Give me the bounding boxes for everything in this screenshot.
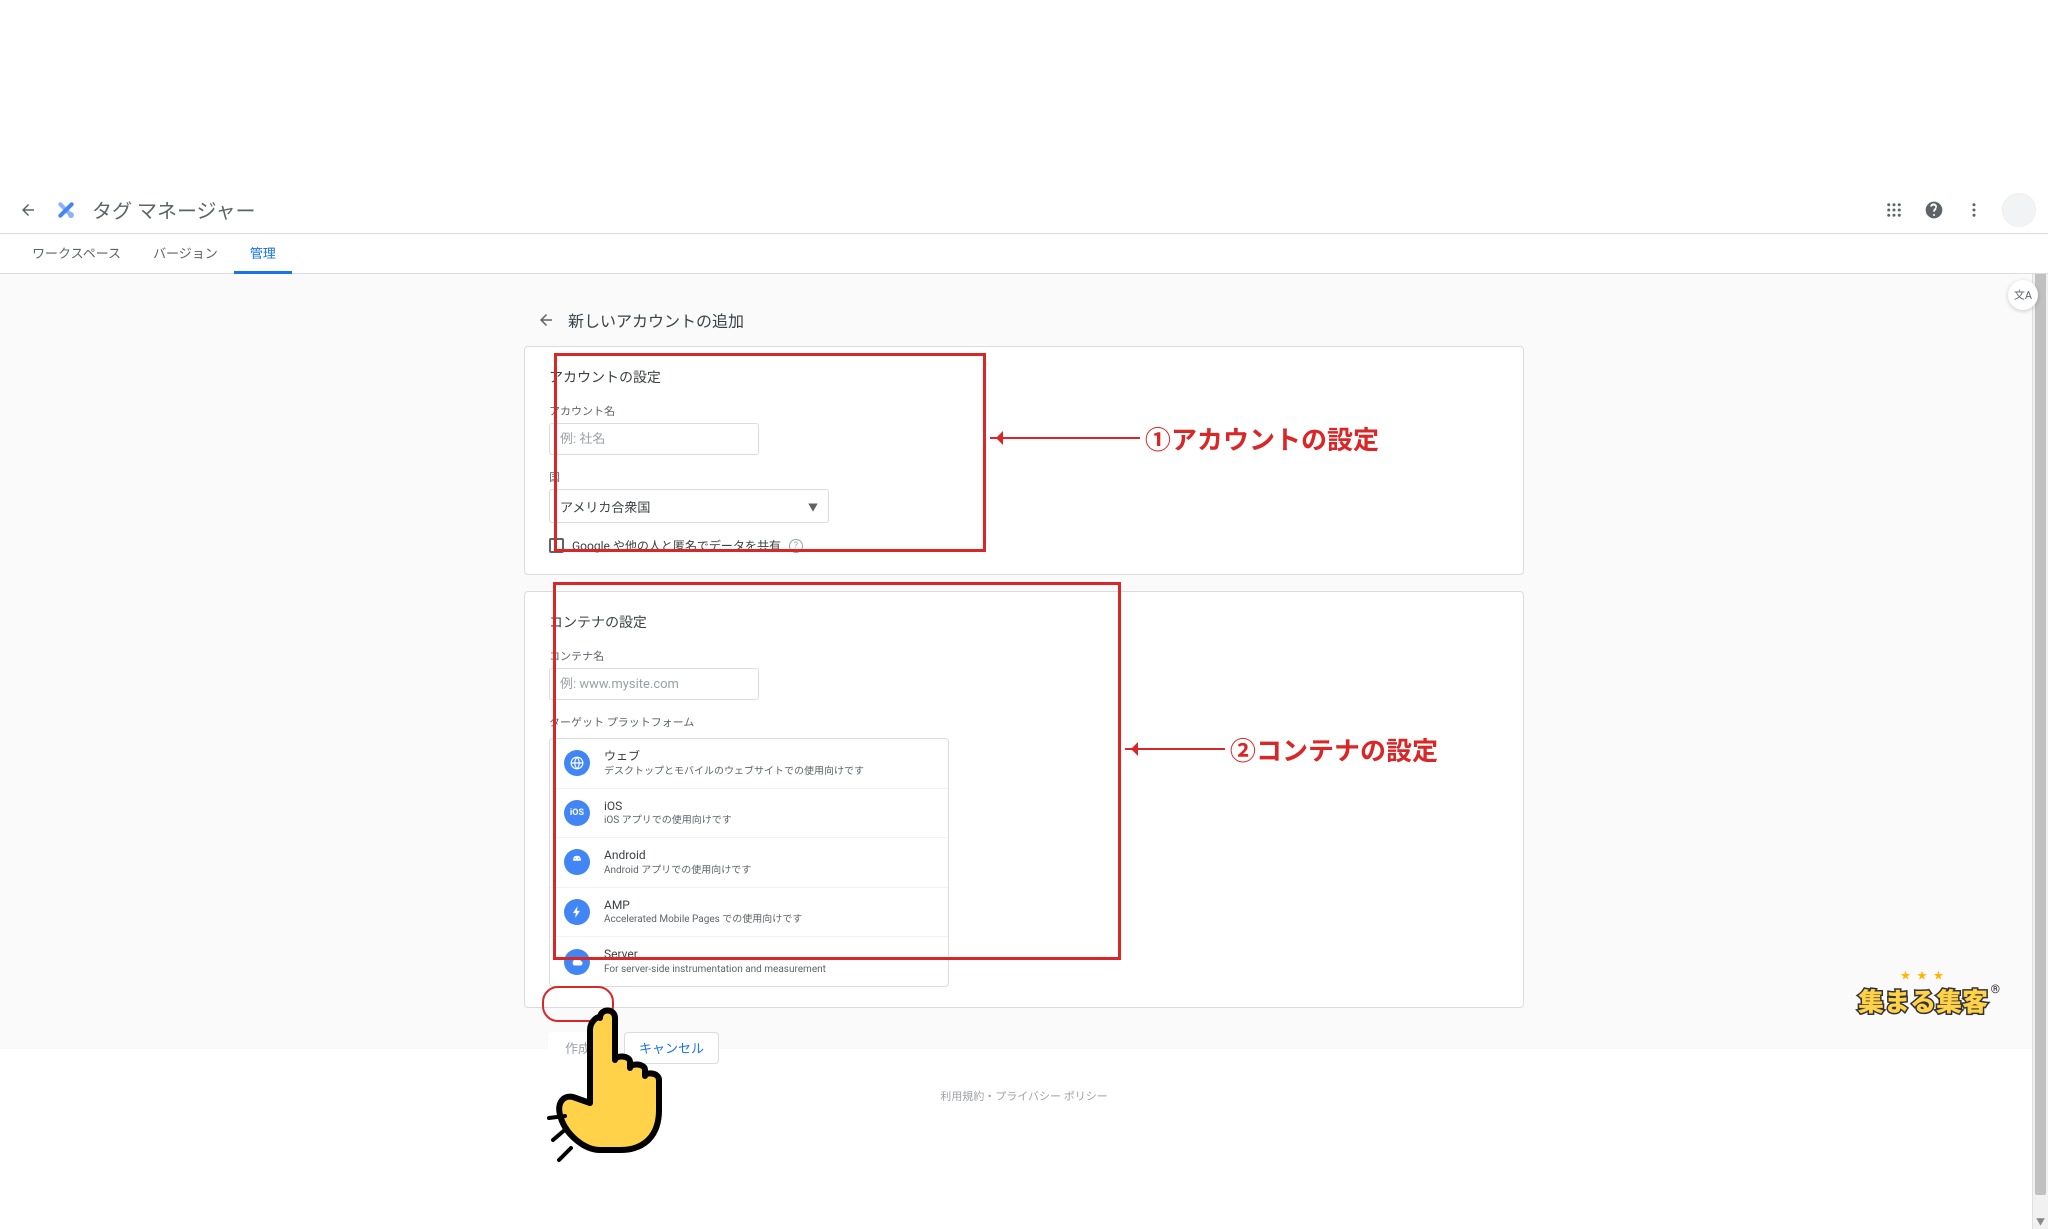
- amp-icon: [564, 899, 590, 925]
- annotation-text-1: ①アカウントの設定: [1145, 420, 1379, 457]
- content-area: 新しいアカウントの追加 アカウントの設定 アカウント名 国 アメリカ合衆国 ▼ …: [0, 274, 2048, 1049]
- back-arrow-icon[interactable]: [12, 194, 44, 226]
- hand-pointer-icon: [545, 1000, 705, 1174]
- scrollbar-thumb[interactable]: [2035, 204, 2046, 1195]
- scroll-down-icon[interactable]: ▼: [2033, 1213, 2048, 1229]
- translate-fab-icon[interactable]: 文A: [2008, 280, 2038, 310]
- container-settings-card: コンテナの設定 コンテナ名 ターゲット プラットフォーム ウェブデスクトップとモ…: [524, 591, 1524, 1008]
- android-icon: [564, 849, 590, 875]
- tag-manager-logo-icon: [54, 198, 78, 222]
- platform-list: ウェブデスクトップとモバイルのウェブサイトでの使用向けです iOS iOSiOS…: [549, 738, 949, 987]
- help-icon[interactable]: [1916, 192, 1952, 228]
- account-name-label: アカウント名: [549, 403, 1499, 419]
- country-label: 国: [549, 469, 1499, 485]
- country-select[interactable]: アメリカ合衆国 ▼: [549, 489, 829, 523]
- ios-icon: iOS: [564, 800, 590, 826]
- annotation-text-2: ②コンテナの設定: [1230, 731, 1438, 768]
- annotation-arrow-1: [990, 437, 1140, 439]
- brand-stars: ★ ★ ★: [1858, 967, 1988, 982]
- app-title: タグ マネージャー: [92, 195, 256, 224]
- container-section-title: コンテナの設定: [549, 612, 1499, 632]
- brand-text-fill: 集まる集客: [1858, 982, 1988, 1019]
- platform-item-web[interactable]: ウェブデスクトップとモバイルのウェブサイトでの使用向けです: [550, 739, 948, 789]
- container-name-input[interactable]: [549, 668, 759, 700]
- more-vert-icon[interactable]: [1956, 192, 1992, 228]
- nav-tabs: ワークスペース バージョン 管理: [0, 234, 2048, 274]
- platform-label: ターゲット プラットフォーム: [549, 714, 1499, 730]
- chevron-down-icon: ▼: [808, 499, 818, 514]
- brand-registered: ®: [1991, 982, 2000, 996]
- brand-badge: ★ ★ ★ 集まる集客 集まる集客 ®: [1858, 967, 1988, 1019]
- app-header: タグ マネージャー: [0, 186, 2048, 234]
- account-name-input[interactable]: [549, 423, 759, 455]
- platform-item-server[interactable]: ServerFor server-side instrumentation an…: [550, 937, 948, 986]
- country-value: アメリカ合衆国: [560, 497, 650, 516]
- account-settings-card: アカウントの設定 アカウント名 国 アメリカ合衆国 ▼ Google や他の人と…: [524, 346, 1524, 575]
- share-data-checkbox[interactable]: [549, 538, 564, 553]
- tab-admin[interactable]: 管理: [234, 234, 292, 274]
- share-data-label: Google や他の人と匿名でデータを共有: [572, 537, 781, 554]
- server-icon: [564, 949, 590, 975]
- new-account-panel: 新しいアカウントの追加 アカウントの設定 アカウント名 国 アメリカ合衆国 ▼ …: [524, 294, 1524, 1104]
- account-section-title: アカウントの設定: [549, 367, 1499, 387]
- platform-item-android[interactable]: AndroidAndroid アプリでの使用向けです: [550, 838, 948, 888]
- tab-version[interactable]: バージョン: [137, 234, 234, 274]
- apps-grid-icon[interactable]: [1876, 192, 1912, 228]
- info-icon[interactable]: ?: [789, 539, 803, 553]
- panel-title: 新しいアカウントの追加: [568, 308, 744, 332]
- platform-item-ios[interactable]: iOS iOSiOS アプリでの使用向けです: [550, 789, 948, 839]
- tab-workspace[interactable]: ワークスペース: [16, 234, 137, 274]
- user-avatar[interactable]: [2002, 193, 2036, 227]
- web-icon: [564, 750, 590, 776]
- panel-back-icon[interactable]: [532, 306, 560, 334]
- scrollbar-vertical[interactable]: ▲ ▼: [2032, 186, 2048, 1229]
- annotation-arrow-2: [1125, 748, 1225, 750]
- platform-item-amp[interactable]: AMPAccelerated Mobile Pages での使用向けです: [550, 888, 948, 938]
- container-name-label: コンテナ名: [549, 648, 1499, 664]
